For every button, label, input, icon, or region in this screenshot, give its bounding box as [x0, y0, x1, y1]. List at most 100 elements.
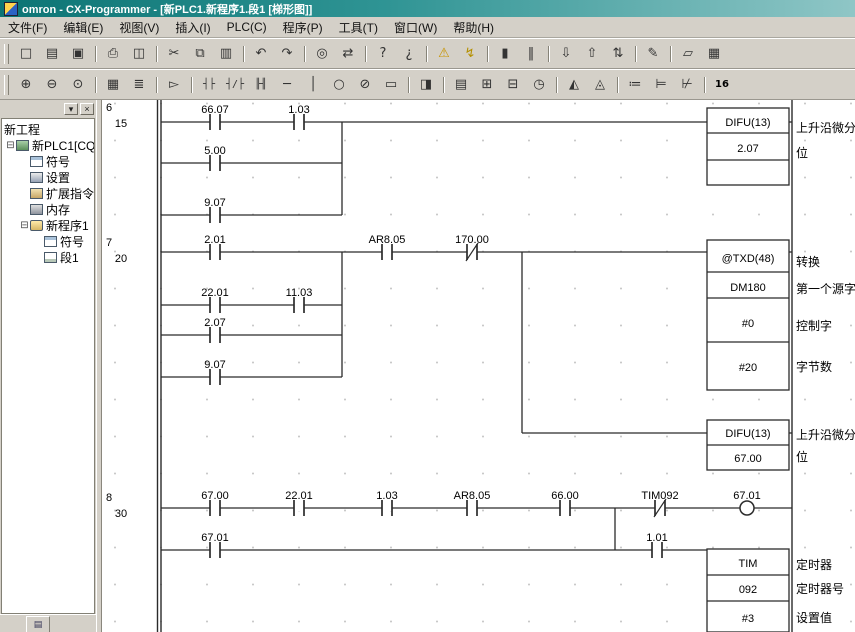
- diff-monitor-button[interactable]: ◬: [587, 73, 613, 97]
- menu-help[interactable]: 帮助(H): [445, 17, 502, 38]
- new-button[interactable]: □: [13, 42, 39, 66]
- ladder-contact[interactable]: 22.01: [201, 287, 229, 313]
- cut-button[interactable]: ✂: [161, 42, 187, 66]
- menu-file[interactable]: 文件(F): [0, 17, 55, 38]
- save-button[interactable]: ▣: [65, 42, 91, 66]
- new-contact-button[interactable]: ┤├: [196, 73, 222, 97]
- context-help-button[interactable]: ¿: [396, 42, 422, 66]
- menu-window[interactable]: 窗口(W): [386, 17, 445, 38]
- menu-view[interactable]: 视图(V): [111, 17, 167, 38]
- ladder-contact[interactable]: 1.03: [288, 104, 309, 130]
- toolbar-grip[interactable]: [4, 44, 9, 64]
- tree-item-settings[interactable]: 设置: [2, 169, 94, 185]
- ladder-contact[interactable]: 11.03: [286, 287, 313, 313]
- force-on-button[interactable]: ⊨: [648, 73, 674, 97]
- section-list-button[interactable]: ▤: [448, 73, 474, 97]
- menu-plc[interactable]: PLC(C): [219, 18, 275, 36]
- new-coil-button[interactable]: ○: [326, 73, 352, 97]
- ladder-editor[interactable]: 6 15 66.07: [102, 100, 855, 632]
- tile-windows-button[interactable]: ▦: [701, 42, 727, 66]
- instruction-box-txd[interactable]: @TXD(48) DM180 #0 #20: [707, 240, 789, 390]
- work-online-button[interactable]: ↯: [457, 42, 483, 66]
- ladder-closed-contact[interactable]: 170.00: [455, 234, 489, 261]
- ladder-contact[interactable]: 9.07: [204, 359, 225, 385]
- monitor-button[interactable]: ▮: [492, 42, 518, 66]
- edit-fb-button[interactable]: ◨: [413, 73, 439, 97]
- project-workspace-tab[interactable]: ▤: [26, 616, 50, 632]
- ladder-contact[interactable]: 5.00: [204, 145, 225, 171]
- new-closed-coil-button[interactable]: ⊘: [352, 73, 378, 97]
- address-reference-button[interactable]: ⊟: [500, 73, 526, 97]
- pause-button[interactable]: ‖: [518, 42, 544, 66]
- upload-button[interactable]: ⇧: [579, 42, 605, 66]
- tree-item-project[interactable]: 新工程: [2, 121, 94, 137]
- ladder-coil[interactable]: 67.01: [733, 490, 761, 515]
- horizontal-line-button[interactable]: ─: [274, 73, 300, 97]
- show-comments-button[interactable]: ≣: [126, 73, 152, 97]
- cross-reference-button[interactable]: ⊞: [474, 73, 500, 97]
- menu-edit[interactable]: 编辑(E): [55, 17, 111, 38]
- ladder-contact[interactable]: 67.01: [201, 532, 229, 558]
- rung-6[interactable]: 6 15 66.07: [106, 102, 855, 223]
- tree-expander-icon[interactable]: ⊟: [19, 220, 30, 231]
- instruction-box-difu[interactable]: DIFU(13) 67.00: [707, 420, 789, 470]
- instruction-box-difu[interactable]: DIFU(13) 2.07: [707, 108, 789, 185]
- show-grid-button[interactable]: ▦: [100, 73, 126, 97]
- cascade-windows-button[interactable]: ▱: [675, 42, 701, 66]
- ladder-contact[interactable]: 22.01: [285, 490, 313, 516]
- open-button[interactable]: ▤: [39, 42, 65, 66]
- ladder-contact[interactable]: AR8.05: [454, 490, 491, 516]
- tree-item-expansion-instructions[interactable]: 扩展指令: [2, 185, 94, 201]
- menu-program[interactable]: 程序(P): [275, 17, 331, 38]
- ladder-contact[interactable]: 66.00: [551, 490, 579, 516]
- workspace-close-button[interactable]: ×: [80, 103, 94, 115]
- zoom-out-button[interactable]: ⊖: [39, 73, 65, 97]
- vertical-line-button[interactable]: │: [300, 73, 326, 97]
- ladder-contact[interactable]: 1.01: [646, 532, 667, 558]
- ladder-contact[interactable]: 67.00: [201, 490, 229, 516]
- print-preview-button[interactable]: ◫: [126, 42, 152, 66]
- instruction-box-tim[interactable]: TIM 092 #3: [707, 549, 789, 632]
- monitor-data-button[interactable]: ◭: [561, 73, 587, 97]
- tree-item-program[interactable]: ⊟ 新程序1: [2, 217, 94, 233]
- undo-button[interactable]: ↶: [248, 42, 274, 66]
- new-instruction-button[interactable]: ▭: [378, 73, 404, 97]
- zoom-in-button[interactable]: ⊕: [13, 73, 39, 97]
- tree-item-symbols[interactable]: 符号: [2, 153, 94, 169]
- tree-item-plc[interactable]: ⊟ 新PLC1[CQM1]: [2, 137, 94, 153]
- ladder-contact[interactable]: 1.03: [376, 490, 397, 516]
- menu-insert[interactable]: 插入(I): [167, 17, 218, 38]
- watch-window-button[interactable]: ◷: [526, 73, 552, 97]
- toolbar-grip[interactable]: [4, 75, 9, 95]
- compare-button[interactable]: ⇅: [605, 42, 631, 66]
- tree-item-program-symbols[interactable]: 符号: [2, 233, 94, 249]
- binary-display-button[interactable]: 16: [709, 73, 735, 97]
- rung-8[interactable]: 8 30 67.00: [106, 490, 844, 632]
- ladder-contact[interactable]: 2.07: [204, 317, 225, 343]
- ladder-contact[interactable]: 66.07: [201, 104, 229, 130]
- replace-button[interactable]: ⇄: [335, 42, 361, 66]
- download-button[interactable]: ⇩: [553, 42, 579, 66]
- rung-7[interactable]: 7 20: [106, 234, 855, 470]
- menu-tools[interactable]: 工具(T): [331, 17, 386, 38]
- ladder-contact[interactable]: 9.07: [204, 197, 225, 223]
- force-off-button[interactable]: ⊬: [674, 73, 700, 97]
- print-button[interactable]: ⎙: [100, 42, 126, 66]
- ladder-closed-contact[interactable]: TIM092: [641, 490, 678, 517]
- copy-button[interactable]: ⧉: [187, 42, 213, 66]
- select-tool-button[interactable]: ▻: [161, 73, 187, 97]
- help-button[interactable]: ?: [370, 42, 396, 66]
- new-or-contact-button[interactable]: ╟╢: [248, 73, 274, 97]
- title-bar[interactable]: omron - CX-Programmer - [新PLC1.新程序1.段1 […: [0, 0, 855, 17]
- online-edit-button[interactable]: ✎: [640, 42, 666, 66]
- compile-button[interactable]: ⚠: [431, 42, 457, 66]
- find-button[interactable]: ◎: [309, 42, 335, 66]
- ladder-contact[interactable]: AR8.05: [369, 234, 406, 260]
- set-value-button[interactable]: ≔: [622, 73, 648, 97]
- zoom-fit-button[interactable]: ⊙: [65, 73, 91, 97]
- new-closed-contact-button[interactable]: ┤/├: [222, 73, 248, 97]
- tree-item-memory[interactable]: 内存: [2, 201, 94, 217]
- ladder-contact[interactable]: 2.01: [204, 234, 225, 260]
- tree-item-section1[interactable]: 段1: [2, 249, 94, 265]
- workspace-pin-button[interactable]: ▾: [64, 103, 78, 115]
